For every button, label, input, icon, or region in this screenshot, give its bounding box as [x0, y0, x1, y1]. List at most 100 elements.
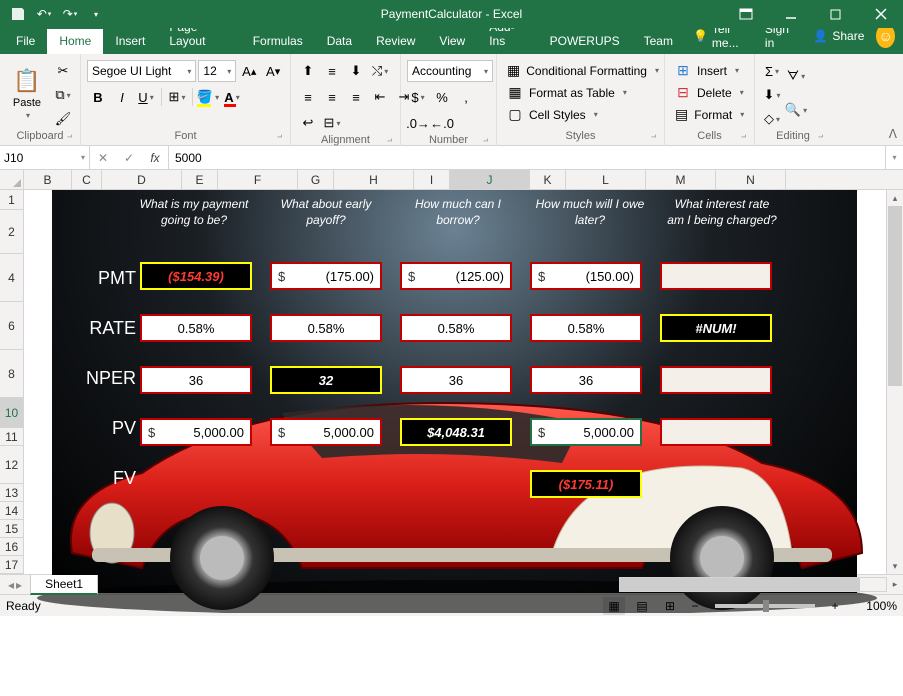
wrap-text-icon[interactable]: ↩: [297, 112, 319, 134]
row-headers[interactable]: 124681011121314151617: [0, 190, 24, 574]
tab-formulas[interactable]: Formulas: [241, 29, 315, 54]
decrease-decimal-icon[interactable]: ←.0: [431, 112, 453, 134]
calc-cell[interactable]: ($154.39): [140, 262, 252, 290]
copy-icon[interactable]: ⧉▾: [52, 84, 74, 106]
select-all-corner[interactable]: [0, 170, 24, 190]
calc-cell[interactable]: $(125.00): [400, 262, 512, 290]
calc-cell[interactable]: 36: [140, 366, 252, 394]
undo-icon[interactable]: ↶▾: [32, 2, 56, 26]
calc-cell[interactable]: [660, 366, 772, 394]
redo-icon[interactable]: ↷▾: [58, 2, 82, 26]
format-cells-button[interactable]: ▤Format▾: [671, 104, 748, 125]
cell-styles-button[interactable]: ▢Cell Styles▾: [503, 104, 658, 125]
calc-cell[interactable]: $5,000.00: [140, 418, 252, 446]
save-icon[interactable]: [6, 2, 30, 26]
sheet-nav-next-icon[interactable]: ▸: [16, 578, 22, 592]
align-top-icon[interactable]: ⬆: [297, 60, 319, 82]
calc-cell[interactable]: 0.58%: [530, 314, 642, 342]
vertical-scrollbar[interactable]: ▴ ▾: [886, 190, 903, 574]
align-bottom-icon[interactable]: ⬇: [345, 60, 367, 82]
align-left-icon[interactable]: ≡: [297, 86, 319, 108]
calc-cell[interactable]: $5,000.00: [530, 418, 642, 446]
tab-team[interactable]: Team: [632, 29, 685, 54]
zoom-level[interactable]: 100%: [849, 599, 897, 613]
increase-font-icon[interactable]: A▴: [238, 60, 260, 82]
page-break-view-icon[interactable]: ⊞: [659, 597, 681, 615]
calc-cell[interactable]: #NUM!: [660, 314, 772, 342]
tab-powerups[interactable]: POWERUPS: [538, 29, 632, 54]
fill-icon[interactable]: ⬇▾: [761, 84, 783, 106]
horizontal-scrollbar[interactable]: ⋮ ◂▸: [583, 577, 903, 592]
comma-format-icon[interactable]: ,: [455, 86, 477, 108]
bold-icon[interactable]: B: [87, 86, 109, 108]
collapse-ribbon-icon[interactable]: ᐱ: [889, 127, 897, 141]
italic-icon[interactable]: I: [111, 86, 133, 108]
find-select-icon[interactable]: 🔍▾: [785, 94, 807, 126]
calc-cell[interactable]: [660, 418, 772, 446]
worksheet-cells[interactable]: What is my payment going to be?What abou…: [24, 190, 886, 574]
align-middle-icon[interactable]: ≡: [321, 60, 343, 82]
accounting-format-icon[interactable]: $▾: [407, 86, 429, 108]
expand-formula-bar-icon[interactable]: ▾: [885, 146, 903, 169]
page-layout-view-icon[interactable]: ▤: [631, 597, 653, 615]
calc-cell[interactable]: [660, 262, 772, 290]
paste-button[interactable]: 📋 Paste▾: [6, 60, 48, 126]
sheet-nav-prev-icon[interactable]: ◂: [8, 578, 14, 592]
zoom-in-icon[interactable]: +: [827, 599, 843, 613]
tab-data[interactable]: Data: [315, 29, 364, 54]
format-painter-icon[interactable]: 🖌: [52, 108, 74, 130]
clear-icon[interactable]: ◇▾: [761, 108, 783, 130]
calc-cell[interactable]: 0.58%: [400, 314, 512, 342]
merge-center-icon[interactable]: ⊟▾: [321, 112, 343, 134]
zoom-slider[interactable]: [715, 604, 815, 608]
minimize-icon[interactable]: [768, 0, 813, 28]
tab-view[interactable]: View: [427, 29, 477, 54]
calc-cell[interactable]: ($175.11): [530, 470, 642, 498]
calc-cell[interactable]: 32: [270, 366, 382, 394]
tab-file[interactable]: File: [4, 29, 47, 54]
calc-cell[interactable]: 0.58%: [270, 314, 382, 342]
font-size-combo[interactable]: 12▾: [198, 60, 236, 82]
share-button[interactable]: 👤Share: [805, 25, 872, 47]
column-headers[interactable]: BCDEFGHIJKLMN: [24, 170, 886, 190]
cut-icon[interactable]: ✂: [52, 60, 74, 82]
insert-cells-button[interactable]: ⊞Insert▾: [671, 60, 748, 81]
fx-icon[interactable]: fx: [142, 151, 168, 165]
fill-color-icon[interactable]: 🪣▾: [197, 86, 219, 108]
ribbon-options-icon[interactable]: [723, 0, 768, 28]
font-color-icon[interactable]: A▾: [221, 86, 243, 108]
orientation-icon[interactable]: ⤭▾: [369, 60, 391, 82]
calc-cell[interactable]: 0.58%: [140, 314, 252, 342]
qat-customize-icon[interactable]: ▾: [84, 2, 108, 26]
cancel-formula-icon[interactable]: ✕: [90, 151, 116, 165]
align-center-icon[interactable]: ≡: [321, 86, 343, 108]
calc-cell[interactable]: 36: [400, 366, 512, 394]
increase-decimal-icon[interactable]: .0→: [407, 112, 429, 134]
close-icon[interactable]: [858, 0, 903, 28]
normal-view-icon[interactable]: ▦: [603, 597, 625, 615]
tab-home[interactable]: Home: [47, 29, 103, 54]
percent-format-icon[interactable]: %: [431, 86, 453, 108]
zoom-out-icon[interactable]: −: [687, 599, 703, 613]
calc-cell[interactable]: $(175.00): [270, 262, 382, 290]
sheet-tab[interactable]: Sheet1: [30, 575, 98, 595]
format-as-table-button[interactable]: ▦Format as Table▾: [503, 82, 658, 103]
conditional-formatting-button[interactable]: ▦Conditional Formatting▾: [503, 60, 658, 81]
calc-cell[interactable]: 36: [530, 366, 642, 394]
decrease-font-icon[interactable]: A▾: [262, 60, 284, 82]
align-right-icon[interactable]: ≡: [345, 86, 367, 108]
font-name-combo[interactable]: Segoe UI Light▾: [87, 60, 196, 82]
sort-filter-icon[interactable]: ᗊ▾: [785, 60, 807, 92]
calc-cell[interactable]: $(150.00): [530, 262, 642, 290]
enter-formula-icon[interactable]: ✓: [116, 151, 142, 165]
decrease-indent-icon[interactable]: ⇤: [369, 86, 391, 108]
borders-icon[interactable]: ⊞▾: [166, 86, 188, 108]
autosum-icon[interactable]: Σ▾: [761, 60, 783, 82]
name-box[interactable]: J10▾: [0, 146, 90, 169]
tab-insert[interactable]: Insert: [103, 29, 157, 54]
calc-cell[interactable]: $4,048.31: [400, 418, 512, 446]
formula-input[interactable]: 5000: [169, 146, 885, 169]
number-format-combo[interactable]: Accounting▾: [407, 60, 493, 82]
tab-review[interactable]: Review: [364, 29, 427, 54]
underline-icon[interactable]: U▾: [135, 86, 157, 108]
